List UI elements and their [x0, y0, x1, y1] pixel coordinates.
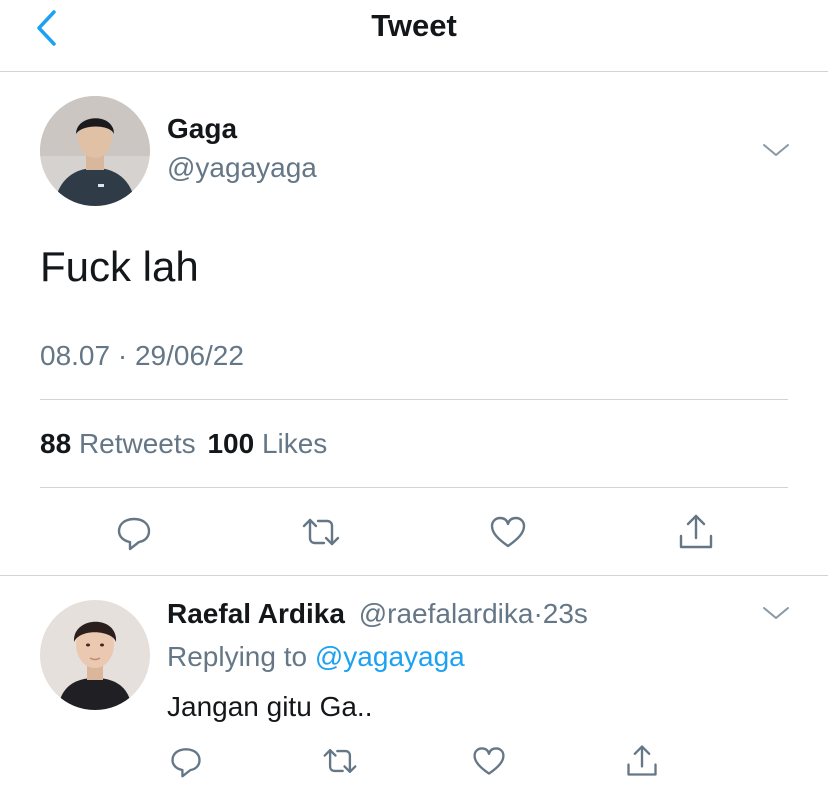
reply-header: Raefal Ardika @raefalardika·23s	[167, 598, 588, 630]
retweet-icon	[302, 518, 340, 546]
likes-label: Likes	[261, 428, 328, 459]
retweets-count: 88	[40, 428, 72, 459]
replying-to-handle[interactable]: @yagayaga	[315, 641, 465, 672]
reply-button[interactable]	[112, 510, 156, 554]
reply-icon	[171, 748, 201, 778]
reply-reply-button[interactable]	[164, 739, 208, 783]
share-icon	[627, 745, 657, 776]
reply-menu-button[interactable]	[760, 601, 792, 625]
avatar-image	[40, 96, 150, 206]
reply-share-button[interactable]	[620, 739, 664, 783]
chevron-down-icon	[763, 607, 789, 619]
share-icon	[679, 514, 713, 549]
likes-count: 100	[207, 428, 255, 459]
author-name[interactable]: Gaga	[167, 113, 237, 145]
section-divider	[0, 575, 828, 576]
reply-text: Jangan gitu Ga..	[167, 691, 373, 722]
avatar-image	[40, 600, 150, 710]
reply-icon	[117, 517, 151, 551]
replying-to: Replying to @yagayaga	[167, 641, 465, 673]
divider	[40, 487, 788, 488]
reply-author-handle[interactable]: @raefalardika	[359, 598, 534, 629]
tweet-text: Fuck lah	[40, 243, 199, 290]
retweets-stat[interactable]: 88 Retweets	[40, 428, 203, 459]
tweet-menu-button[interactable]	[760, 138, 792, 162]
replying-to-label: Replying to	[167, 641, 308, 672]
tweet-stats: 88 Retweets 100 Likes	[40, 428, 327, 460]
reply-retweet-button[interactable]	[318, 739, 362, 783]
page-title: Tweet	[371, 8, 457, 43]
reply-like-button[interactable]	[467, 739, 511, 783]
author-handle[interactable]: @yagayaga	[167, 152, 317, 184]
retweets-label: Retweets	[78, 428, 196, 459]
retweet-button[interactable]	[299, 510, 343, 554]
reply-author-name[interactable]: Raefal Ardika	[167, 598, 345, 629]
retweet-icon	[323, 749, 357, 773]
reply-separator: ·	[533, 598, 543, 629]
like-icon	[473, 747, 505, 775]
like-icon	[490, 516, 526, 548]
reply-time: 23s	[542, 598, 588, 629]
likes-stat[interactable]: 100 Likes	[207, 428, 327, 459]
share-button[interactable]	[674, 510, 718, 554]
header-divider	[0, 71, 828, 72]
tweet-timestamp: 08.07 · 29/06/22	[40, 340, 244, 371]
reply-avatar[interactable]	[40, 600, 150, 710]
like-button[interactable]	[486, 510, 530, 554]
divider	[40, 399, 788, 400]
chevron-down-icon	[763, 144, 789, 156]
avatar[interactable]	[40, 96, 150, 206]
